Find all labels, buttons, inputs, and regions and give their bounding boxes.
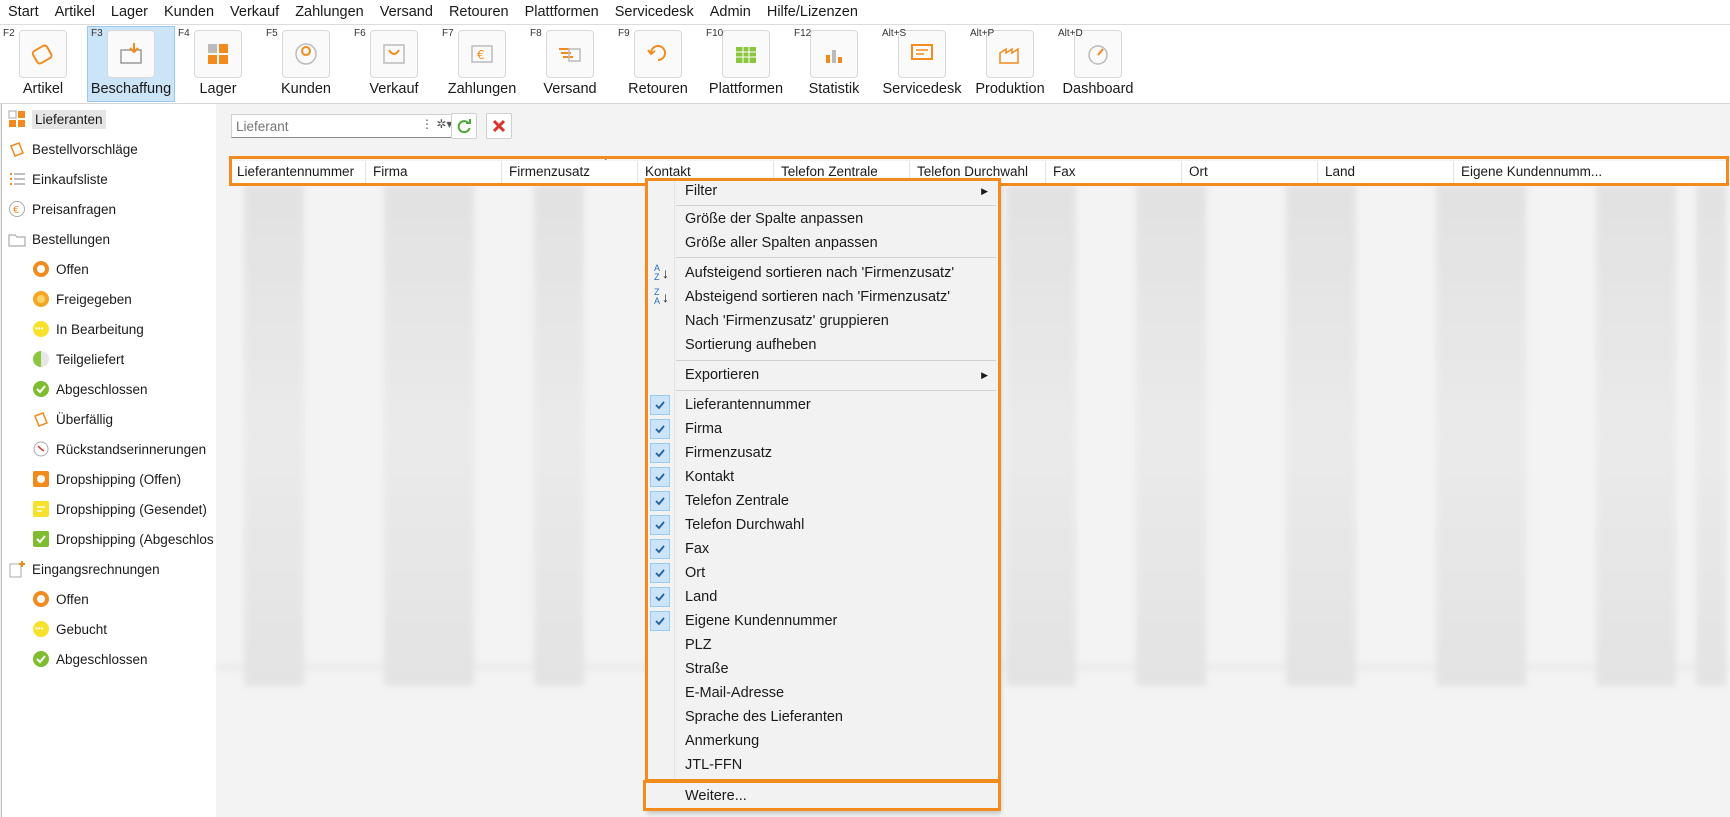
blurred-data — [1596, 186, 1676, 686]
menu-zahlungen[interactable]: Zahlungen — [287, 4, 372, 20]
sidebar-item-rueckstandserinnerungen[interactable]: Rückstandserinnerungen — [32, 436, 206, 462]
blurred-data — [384, 186, 474, 686]
order-suggestions-icon — [8, 140, 26, 158]
status-in-progress-icon: ••• — [32, 320, 50, 338]
toolbar-verkauf-button[interactable]: F6 Verkauf — [351, 27, 437, 101]
sidebar-item-einkaufsliste[interactable]: Einkaufsliste — [8, 166, 108, 192]
close-icon — [492, 119, 506, 133]
status-done-icon — [32, 650, 50, 668]
blurred-data — [244, 186, 304, 686]
sidebar-item-teilgeliefert[interactable]: Teilgeliefert — [32, 346, 124, 372]
sidebar-item-freigegeben[interactable]: Freigegeben — [32, 286, 132, 312]
price-inquiry-icon: € — [8, 200, 26, 218]
menu-admin[interactable]: Admin — [702, 4, 759, 20]
supplier-filter-input[interactable] — [234, 118, 398, 135]
overdue-icon — [32, 410, 50, 428]
incoming-invoices-icon — [8, 560, 26, 578]
toolbar-versand-button[interactable]: F8 Versand — [527, 27, 613, 101]
blurred-data — [1136, 186, 1206, 686]
shopping-list-icon — [8, 170, 26, 188]
menu-verkauf[interactable]: Verkauf — [222, 4, 287, 20]
blurred-data — [1436, 186, 1526, 686]
sidebar-item-bestellvorschlaege[interactable]: Bestellvorschläge — [8, 136, 138, 162]
menu-lager[interactable]: Lager — [103, 4, 156, 20]
filter-options-icon[interactable]: ⋮ ✲▾ — [421, 117, 455, 135]
menu-artikel[interactable]: Artikel — [47, 4, 103, 20]
dropship-open-icon — [32, 470, 50, 488]
menu-plattformen[interactable]: Plattformen — [517, 4, 607, 20]
sidebar-item-preisanfragen[interactable]: € Preisanfragen — [8, 196, 116, 222]
suppliers-icon — [8, 110, 26, 128]
toolbar-kunden-button[interactable]: F5 Kunden — [263, 27, 349, 101]
sidebar-item-in-bearbeitung[interactable]: ••• In Bearbeitung — [32, 316, 144, 342]
sidebar-item-ueberfaellig[interactable]: Überfällig — [32, 406, 113, 432]
module-toolbar: F2 Artikel F3 Beschaffung F4 Lager F5 Ku… — [0, 25, 1730, 104]
more-highlight — [643, 780, 1001, 811]
sidebar-item-bestellungen-offen[interactable]: Offen — [32, 256, 89, 282]
blurred-data — [1696, 186, 1726, 686]
status-open-icon — [32, 260, 50, 278]
menu-kunden[interactable]: Kunden — [156, 4, 222, 20]
toolbar-retouren-button[interactable]: F9 Retouren — [615, 27, 701, 101]
payments-icon: € — [458, 30, 506, 78]
status-released-icon — [32, 290, 50, 308]
menu-hilfe[interactable]: Hilfe/Lizenzen — [759, 4, 866, 20]
procurement-icon — [107, 30, 155, 78]
sidebar-item-lieferanten[interactable]: Lieferanten — [8, 106, 106, 132]
blurred-data — [1006, 186, 1076, 686]
refresh-icon — [457, 119, 471, 134]
menu-start[interactable]: Start — [0, 4, 47, 20]
svg-text:€: € — [13, 205, 19, 216]
menu-servicedesk[interactable]: Servicedesk — [607, 4, 702, 20]
status-done-icon — [32, 380, 50, 398]
refresh-button[interactable] — [451, 113, 477, 139]
clear-filter-button[interactable] — [486, 113, 512, 139]
warehouse-icon — [194, 30, 242, 78]
sidebar-item-abgeschlossen[interactable]: Abgeschlossen — [32, 376, 148, 402]
sidebar-item-dropshipping-offen[interactable]: Dropshipping (Offen) — [32, 466, 181, 492]
toolbar-servicedesk-button[interactable]: Alt+S Servicedesk — [879, 27, 965, 101]
sidebar-item-dropshipping-gesendet[interactable]: Dropshipping (Gesendet) — [32, 496, 207, 522]
menubar: Start Artikel Lager Kunden Verkauf Zahlu… — [0, 0, 1730, 25]
blurred-data — [1286, 186, 1356, 686]
returns-icon — [634, 30, 682, 78]
svg-text:€: € — [477, 48, 485, 62]
statistics-icon — [810, 30, 858, 78]
toolbar-statistik-button[interactable]: F12 Statistik — [791, 27, 877, 101]
toolbar-artikel-button[interactable]: F2 Artikel — [0, 27, 86, 101]
sidebar-item-dropshipping-abgeschlossen[interactable]: Dropshipping (Abgeschlos — [32, 526, 214, 552]
menu-versand[interactable]: Versand — [372, 4, 441, 20]
customers-icon — [282, 30, 330, 78]
navigation-sidebar: Lieferanten Bestellvorschläge Einkaufsli… — [1, 104, 217, 817]
reminder-clock-icon — [32, 440, 50, 458]
toolbar-beschaffung-button[interactable]: F3 Beschaffung — [87, 26, 175, 102]
sidebar-item-eingangsrechnungen[interactable]: Eingangsrechnungen — [8, 556, 160, 582]
menu-highlight — [645, 178, 1001, 782]
dropship-done-icon — [32, 530, 50, 548]
article-icon — [19, 30, 67, 78]
status-booked-icon: ••• — [32, 620, 50, 638]
toolbar-zahlungen-button[interactable]: € F7 Zahlungen — [439, 27, 525, 101]
sidebar-item-bestellungen[interactable]: Bestellungen — [8, 226, 110, 252]
sidebar-item-rechnungen-offen[interactable]: Offen — [32, 586, 89, 612]
platforms-icon — [722, 30, 770, 78]
orders-folder-icon — [8, 230, 26, 248]
sidebar-item-rechnungen-abgeschlossen[interactable]: Abgeschlossen — [32, 646, 148, 672]
supplier-filter-box: ⋮ ✲▾ — [231, 114, 458, 138]
toolbar-dashboard-button[interactable]: Alt+D Dashboard — [1055, 27, 1141, 101]
toolbar-plattformen-button[interactable]: F10 Plattformen — [703, 27, 789, 101]
sidebar-item-gebucht[interactable]: ••• Gebucht — [32, 616, 107, 642]
status-partial-icon — [32, 350, 50, 368]
dropship-sent-icon — [32, 500, 50, 518]
toolbar-lager-button[interactable]: F4 Lager — [175, 27, 261, 101]
sales-icon — [370, 30, 418, 78]
blurred-data — [534, 186, 584, 686]
status-open-icon — [32, 590, 50, 608]
toolbar-produktion-button[interactable]: Alt+P Produktion — [967, 27, 1053, 101]
menu-retouren[interactable]: Retouren — [441, 4, 517, 20]
shipping-icon — [546, 30, 594, 78]
